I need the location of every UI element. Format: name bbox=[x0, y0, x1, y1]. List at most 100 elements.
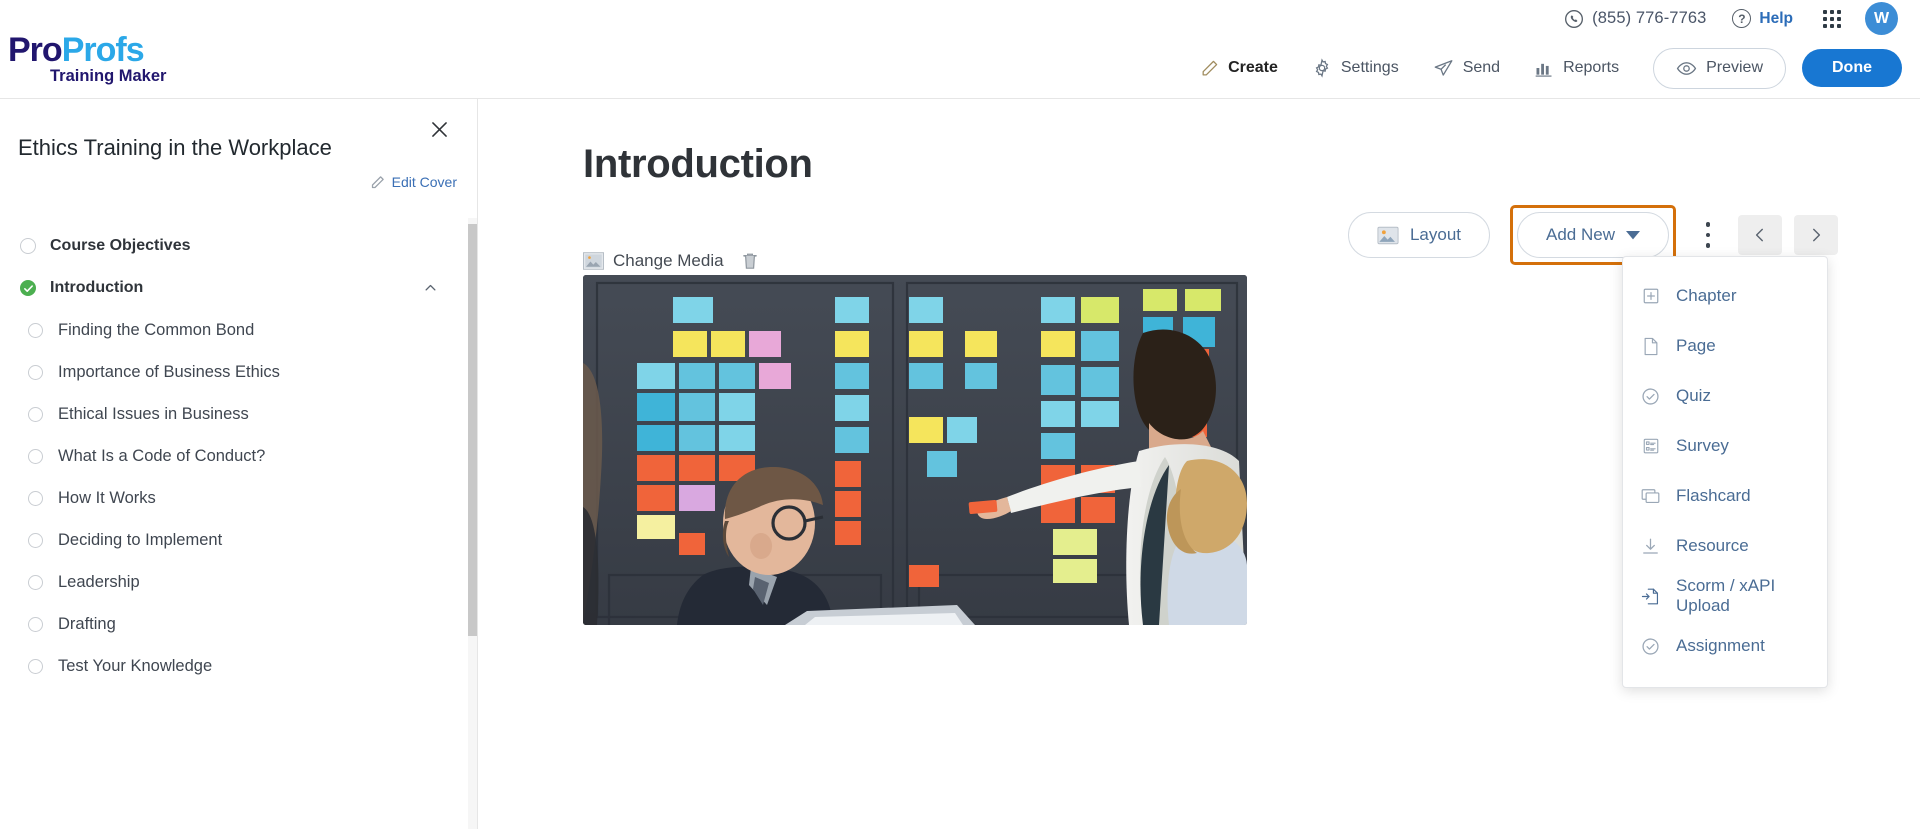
logo-subtitle: Training Maker bbox=[50, 67, 167, 85]
outline-item-label: What Is a Code of Conduct? bbox=[58, 446, 266, 465]
logo-wordmark: ProProfs bbox=[8, 33, 166, 67]
help-label: Help bbox=[1759, 9, 1793, 27]
status-circle-icon bbox=[28, 448, 43, 464]
nav-settings[interactable]: Settings bbox=[1312, 58, 1399, 78]
menu-item-scorm-xapi-upload[interactable]: Scorm / xAPI Upload bbox=[1623, 571, 1827, 621]
previous-page-button[interactable] bbox=[1738, 215, 1782, 255]
caret-down-icon bbox=[1626, 230, 1640, 240]
outline-item-label: Introduction bbox=[50, 279, 144, 296]
nav-settings-label: Settings bbox=[1340, 59, 1399, 76]
menu-item-assignment[interactable]: Assignment bbox=[1623, 621, 1827, 671]
outline-item-label: Finding the Common Bond bbox=[58, 320, 255, 339]
menu-item-label: Chapter bbox=[1676, 286, 1737, 305]
nav-send[interactable]: Send bbox=[1433, 58, 1500, 79]
menu-item-label: Assignment bbox=[1676, 636, 1765, 655]
page-title: Introduction bbox=[583, 142, 813, 186]
outline-item-label: Leadership bbox=[58, 572, 140, 591]
outline-item-what-is-a-code-of-conduct[interactable]: What Is a Code of Conduct? bbox=[0, 435, 477, 477]
outline-item-label: Ethical Issues in Business bbox=[58, 404, 249, 423]
question-circle-icon: ? bbox=[1732, 9, 1752, 28]
phone-contact[interactable]: (855) 776-7763 bbox=[1564, 9, 1706, 29]
course-outline-sidebar: Ethics Training in the Workplace Edit Co… bbox=[0, 99, 478, 829]
nav-send-label: Send bbox=[1462, 59, 1501, 76]
nav-create[interactable]: Create bbox=[1200, 59, 1278, 78]
done-button[interactable]: Done bbox=[1802, 49, 1902, 87]
outline-item-leadership[interactable]: Leadership bbox=[0, 561, 477, 603]
preview-button[interactable]: Preview bbox=[1653, 47, 1786, 89]
edit-cover-button[interactable]: Edit Cover bbox=[370, 174, 457, 190]
chevron-up-icon[interactable] bbox=[423, 281, 438, 296]
menu-item-label: Survey bbox=[1676, 436, 1729, 455]
nav-reports-label: Reports bbox=[1563, 59, 1620, 76]
menu-item-resource[interactable]: Resource bbox=[1623, 521, 1827, 571]
next-page-button[interactable] bbox=[1794, 215, 1838, 255]
outline-item-test-your-knowledge[interactable]: Test Your Knowledge bbox=[0, 645, 477, 687]
check-circle-icon bbox=[1641, 387, 1660, 406]
avatar[interactable]: W bbox=[1865, 2, 1898, 35]
menu-item-survey[interactable]: Survey bbox=[1623, 421, 1827, 471]
trash-icon[interactable] bbox=[742, 252, 758, 270]
logo-part-pro: Pro bbox=[8, 31, 63, 69]
paper-plane-icon bbox=[1433, 58, 1454, 79]
pencil-icon bbox=[370, 175, 385, 190]
file-import-icon bbox=[1641, 587, 1660, 606]
menu-item-quiz[interactable]: Quiz bbox=[1623, 371, 1827, 421]
outline-item-finding-the-common-bond[interactable]: Finding the Common Bond bbox=[0, 309, 477, 351]
plus-box-icon bbox=[1641, 287, 1660, 306]
change-media-label[interactable]: Change Media bbox=[613, 251, 724, 271]
outline-list: Course Objectives Introduction Finding t… bbox=[0, 218, 477, 829]
sidebar-scrollbar-thumb[interactable] bbox=[468, 224, 477, 636]
outline-item-how-it-works[interactable]: How It Works bbox=[0, 477, 477, 519]
eye-icon bbox=[1676, 58, 1697, 79]
outline-item-deciding-to-implement[interactable]: Deciding to Implement bbox=[0, 519, 477, 561]
status-circle-icon bbox=[28, 490, 43, 506]
add-new-label: Add New bbox=[1546, 225, 1615, 244]
outline-item-ethical-issues-in-business[interactable]: Ethical Issues in Business bbox=[0, 393, 477, 435]
menu-item-label: Flashcard bbox=[1676, 486, 1751, 505]
menu-item-chapter[interactable]: Chapter bbox=[1623, 271, 1827, 321]
change-media-bar: Change Media bbox=[583, 251, 758, 271]
page-icon bbox=[1641, 337, 1660, 356]
nav-reports[interactable]: Reports bbox=[1534, 58, 1619, 78]
layout-label: Layout bbox=[1409, 225, 1462, 244]
proprofs-logo[interactable]: ProProfs Training Maker bbox=[8, 33, 166, 85]
outline-item-label: Drafting bbox=[58, 614, 116, 633]
apps-grid-icon[interactable] bbox=[1823, 9, 1841, 28]
top-navigation: Create Settings Send Reports Preview Don… bbox=[1166, 37, 1902, 99]
nav-create-label: Create bbox=[1228, 59, 1278, 76]
pencil-icon bbox=[1200, 59, 1219, 78]
help-link[interactable]: ? Help bbox=[1732, 9, 1793, 28]
logo-part-profs: Profs bbox=[61, 31, 145, 69]
close-icon[interactable] bbox=[425, 115, 453, 143]
outline-item-drafting[interactable]: Drafting bbox=[0, 603, 477, 645]
layout-button[interactable]: Layout bbox=[1347, 212, 1491, 258]
phone-number: (855) 776-7763 bbox=[1592, 9, 1707, 27]
add-new-button[interactable]: Add New bbox=[1517, 212, 1669, 258]
menu-item-page[interactable]: Page bbox=[1623, 321, 1827, 371]
status-circle-icon bbox=[28, 658, 43, 674]
outline-item-label: Deciding to Implement bbox=[58, 530, 223, 549]
outline-item-label: How It Works bbox=[58, 488, 156, 507]
status-circle-icon bbox=[28, 322, 43, 338]
status-circle-icon bbox=[28, 532, 43, 548]
gear-icon bbox=[1312, 58, 1332, 78]
menu-item-flashcard[interactable]: Flashcard bbox=[1623, 471, 1827, 521]
image-icon bbox=[583, 252, 604, 270]
bar-chart-icon bbox=[1534, 58, 1554, 78]
course-cover-image[interactable] bbox=[583, 275, 1247, 625]
outline-item-label: Importance of Business Ethics bbox=[58, 362, 280, 381]
preview-label: Preview bbox=[1706, 59, 1763, 76]
survey-list-icon bbox=[1641, 437, 1660, 456]
menu-item-label: Quiz bbox=[1676, 386, 1711, 405]
outline-item-introduction[interactable]: Introduction bbox=[0, 267, 477, 309]
status-circle-icon bbox=[28, 364, 43, 380]
check-circle-icon bbox=[1641, 637, 1660, 656]
outline-item-label: Test Your Knowledge bbox=[58, 656, 213, 675]
more-vertical-icon[interactable] bbox=[1690, 215, 1726, 255]
menu-item-label: Page bbox=[1676, 336, 1716, 355]
status-circle-icon bbox=[28, 574, 43, 590]
status-circle-icon bbox=[28, 616, 43, 632]
outline-item-importance-of-business-ethics[interactable]: Importance of Business Ethics bbox=[0, 351, 477, 393]
outline-item-course-objectives[interactable]: Course Objectives bbox=[0, 225, 477, 267]
course-title: Ethics Training in the Workplace bbox=[18, 135, 332, 160]
